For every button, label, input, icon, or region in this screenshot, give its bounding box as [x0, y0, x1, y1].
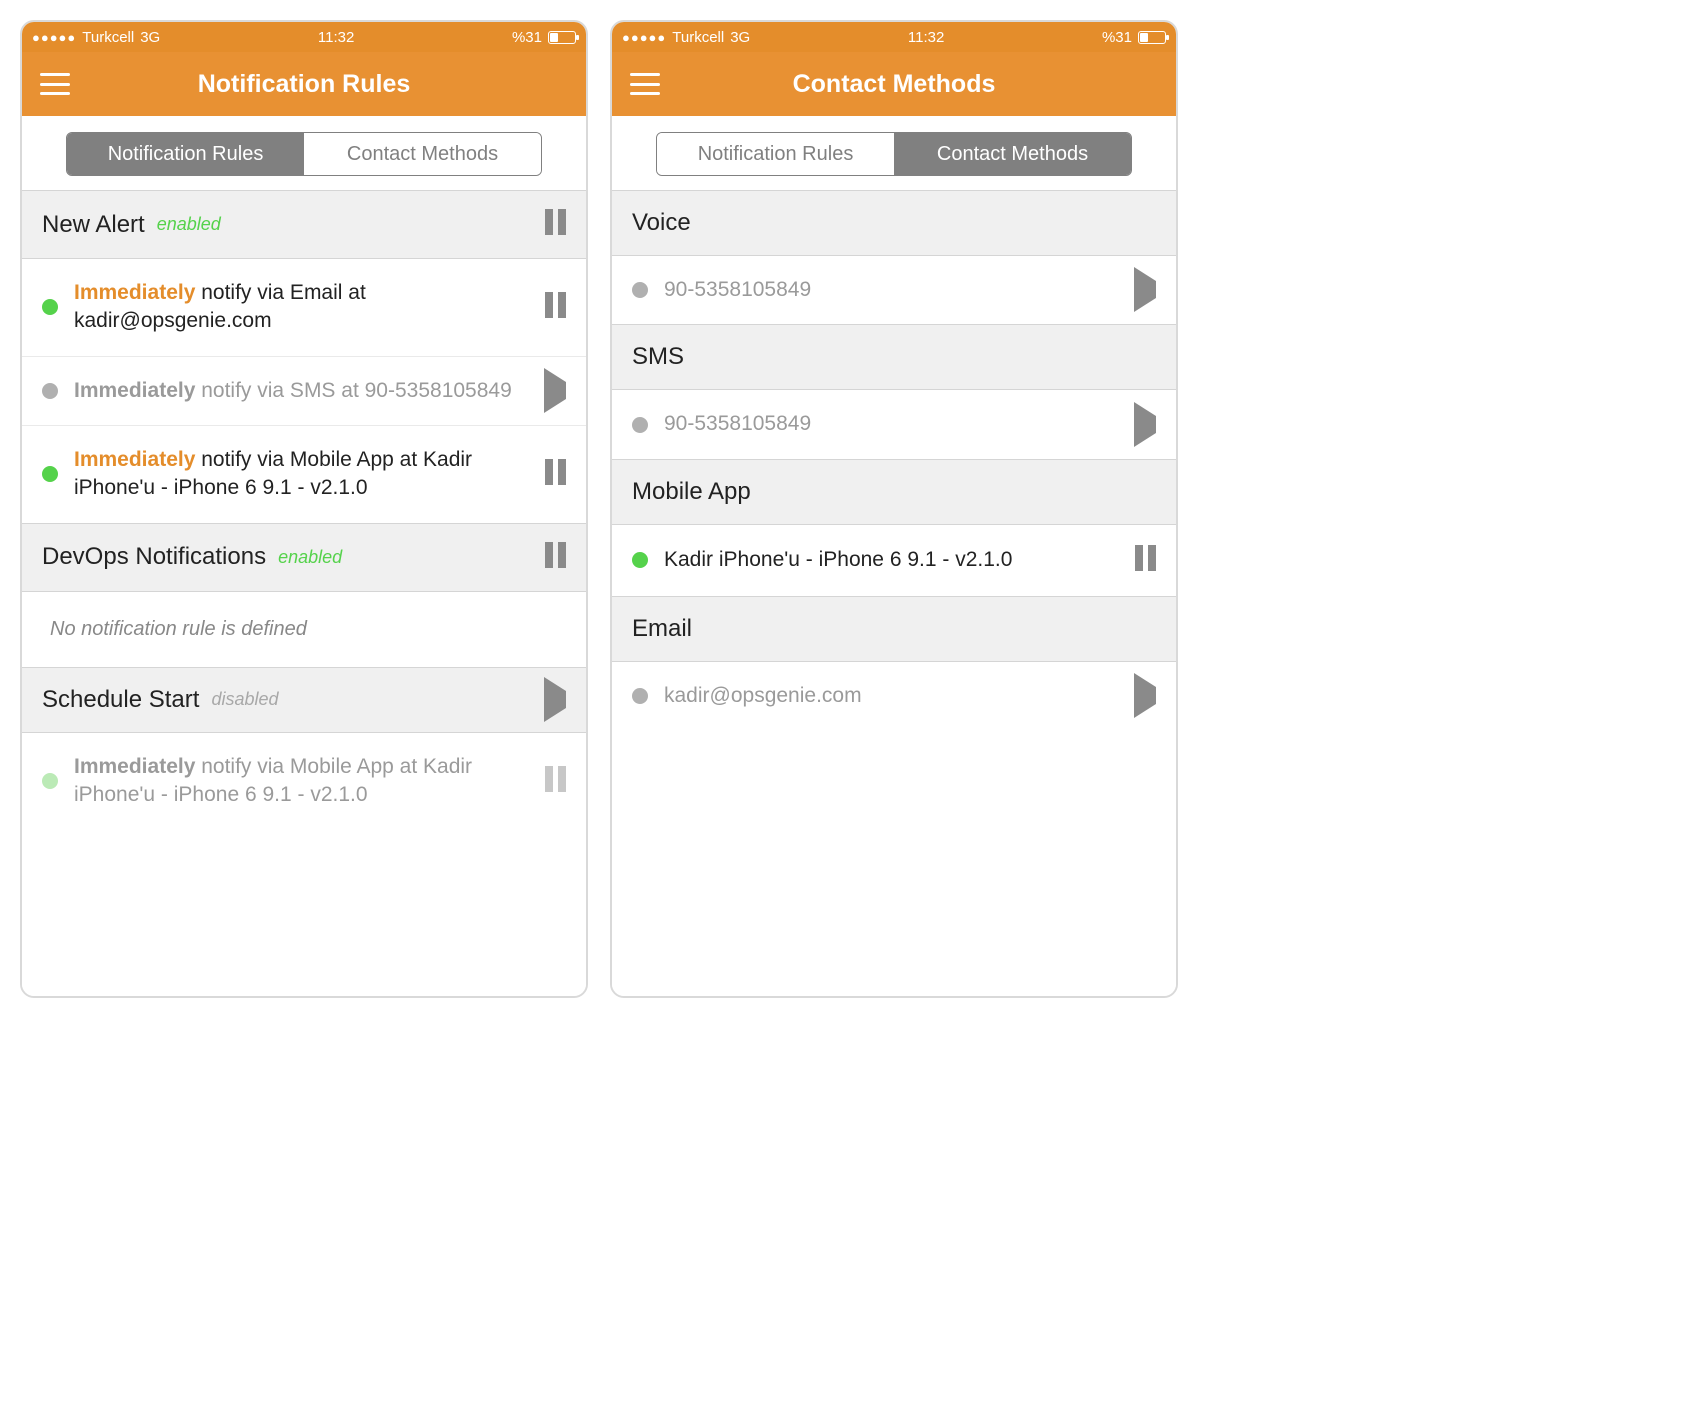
segmented-wrap: Notification Rules Contact Methods [612, 116, 1176, 190]
phone-contact-methods: ●●●●● Turkcell 3G 11:32 %31 Contact Meth… [610, 20, 1178, 998]
clock-label: 11:32 [318, 29, 354, 46]
pause-icon[interactable] [545, 459, 566, 490]
contact-label: Kadir iPhone'u - iPhone 6 9.1 - v2.1.0 [664, 546, 1123, 574]
menu-icon[interactable] [630, 73, 660, 95]
page-title: Contact Methods [612, 70, 1176, 99]
section-header-sms: SMS [612, 324, 1176, 390]
contact-label: 90-5358105849 [664, 276, 1122, 304]
pause-icon[interactable] [545, 292, 566, 323]
battery-icon [548, 31, 576, 44]
content-area: Voice 90-5358105849 SMS 90-5358105849 Mo… [612, 190, 1176, 996]
section-header-schedule-start[interactable]: Schedule Start disabled [22, 667, 586, 733]
status-dot-icon [42, 466, 58, 482]
status-dot-icon [42, 299, 58, 315]
contact-row[interactable]: Kadir iPhone'u - iPhone 6 9.1 - v2.1.0 [612, 525, 1176, 596]
menu-icon[interactable] [40, 73, 70, 95]
play-icon[interactable] [544, 691, 566, 709]
clock-label: 11:32 [908, 29, 944, 46]
section-title: Schedule Start [42, 686, 199, 714]
tab-contact-methods[interactable]: Contact Methods [894, 133, 1131, 175]
segmented-control: Notification Rules Contact Methods [66, 132, 542, 176]
pause-icon[interactable] [545, 766, 566, 797]
status-dot-icon [632, 417, 648, 433]
rule-text: Immediately notify via SMS at 90-5358105… [74, 377, 532, 405]
tab-contact-methods[interactable]: Contact Methods [304, 133, 541, 175]
tab-notification-rules[interactable]: Notification Rules [67, 133, 304, 175]
empty-message: No notification rule is defined [22, 592, 586, 667]
signal-dots-icon: ●●●●● [32, 30, 76, 45]
status-bar: ●●●●● Turkcell 3G 11:32 %31 [22, 22, 586, 52]
carrier-label: Turkcell [82, 29, 134, 46]
play-icon[interactable] [1134, 416, 1156, 434]
rule-text: Immediately notify via Email at kadir@op… [74, 279, 533, 336]
status-dot-icon [42, 383, 58, 399]
section-title: New Alert [42, 211, 145, 239]
contact-row[interactable]: 90-5358105849 [612, 256, 1176, 324]
play-icon[interactable] [544, 382, 566, 400]
segmented-control: Notification Rules Contact Methods [656, 132, 1132, 176]
play-icon[interactable] [1134, 281, 1156, 299]
section-status: enabled [278, 547, 342, 568]
contact-row[interactable]: 90-5358105849 [612, 390, 1176, 458]
signal-dots-icon: ●●●●● [622, 30, 666, 45]
section-header-email: Email [612, 596, 1176, 662]
status-dot-icon [42, 773, 58, 789]
rule-row[interactable]: Immediately notify via Email at kadir@op… [22, 259, 586, 356]
carrier-label: Turkcell [672, 29, 724, 46]
section-title: Voice [632, 209, 691, 237]
section-header-voice: Voice [612, 190, 1176, 256]
rule-row[interactable]: Immediately notify via Mobile App at Kad… [22, 425, 586, 523]
rule-text: Immediately notify via Mobile App at Kad… [74, 753, 533, 810]
section-header-new-alert[interactable]: New Alert enabled [22, 190, 586, 259]
pause-icon[interactable] [545, 542, 566, 573]
section-header-devops[interactable]: DevOps Notifications enabled [22, 523, 586, 592]
battery-pct-label: %31 [1102, 29, 1132, 46]
play-icon[interactable] [1134, 687, 1156, 705]
status-dot-icon [632, 688, 648, 704]
segmented-wrap: Notification Rules Contact Methods [22, 116, 586, 190]
section-title: SMS [632, 343, 684, 371]
battery-icon [1138, 31, 1166, 44]
network-label: 3G [730, 29, 750, 46]
status-dot-icon [632, 282, 648, 298]
status-bar: ●●●●● Turkcell 3G 11:32 %31 [612, 22, 1176, 52]
page-title: Notification Rules [22, 70, 586, 99]
phone-notification-rules: ●●●●● Turkcell 3G 11:32 %31 Notification… [20, 20, 588, 998]
section-status: disabled [211, 689, 278, 710]
nav-bar: Contact Methods [612, 52, 1176, 116]
tab-notification-rules[interactable]: Notification Rules [657, 133, 894, 175]
battery-pct-label: %31 [512, 29, 542, 46]
section-status: enabled [157, 214, 221, 235]
section-title: Mobile App [632, 478, 751, 506]
contact-label: 90-5358105849 [664, 410, 1122, 438]
nav-bar: Notification Rules [22, 52, 586, 116]
pause-icon[interactable] [545, 209, 566, 240]
section-header-mobile-app: Mobile App [612, 459, 1176, 525]
contact-label: kadir@opsgenie.com [664, 682, 1122, 710]
network-label: 3G [140, 29, 160, 46]
rule-row[interactable]: Immediately notify via Mobile App at Kad… [22, 733, 586, 830]
content-area: New Alert enabled Immediately notify via… [22, 190, 586, 996]
section-title: DevOps Notifications [42, 543, 266, 571]
contact-row[interactable]: kadir@opsgenie.com [612, 662, 1176, 730]
section-title: Email [632, 615, 692, 643]
pause-icon[interactable] [1135, 545, 1156, 576]
rule-row[interactable]: Immediately notify via SMS at 90-5358105… [22, 356, 586, 425]
status-dot-icon [632, 552, 648, 568]
rule-text: Immediately notify via Mobile App at Kad… [74, 446, 533, 503]
